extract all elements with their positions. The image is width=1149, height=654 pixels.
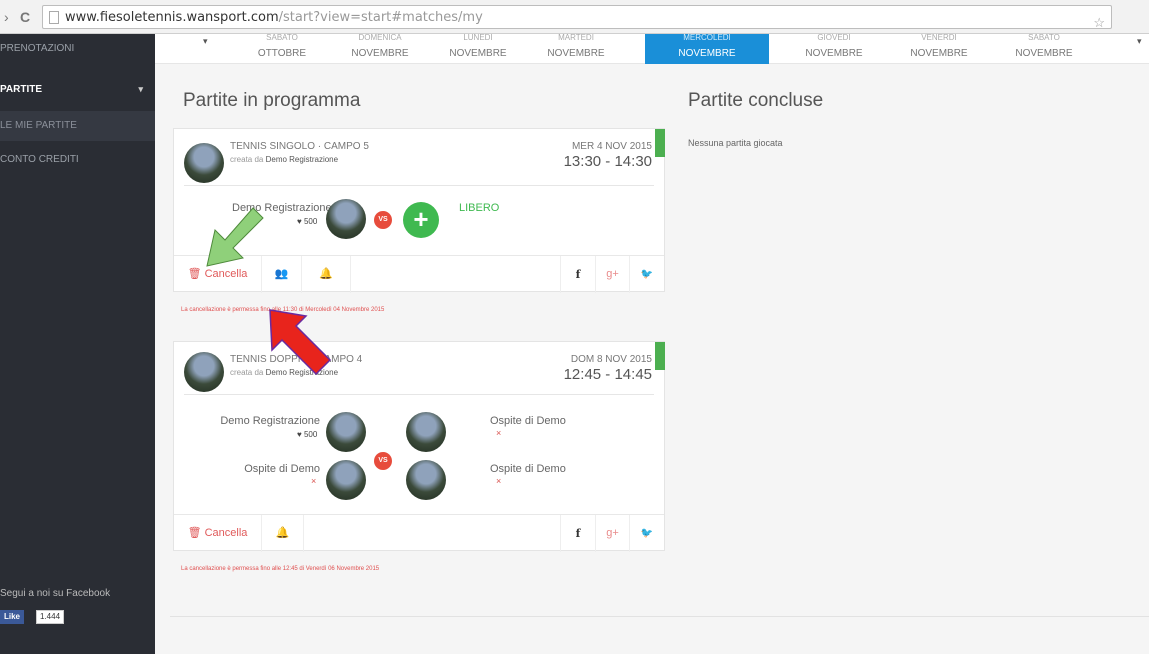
player-avatar (326, 460, 366, 500)
scroll-left-icon[interactable]: ▾ (203, 36, 208, 47)
sidebar-item-prenotazioni[interactable]: PRENOTAZIONI (0, 34, 155, 64)
caret-down-icon: ▾ (138, 84, 143, 94)
player-name: Ospite di Demo (490, 415, 566, 427)
player-avatar (326, 412, 366, 452)
player-avatar (406, 412, 446, 452)
player-avatar (406, 460, 446, 500)
address-bar[interactable]: www.fiesoletennis.wansport.com/start?vie… (42, 5, 1112, 31)
date-cell[interactable]: LUNEDI NOVEMBRE (429, 34, 527, 64)
google-plus-share-icon[interactable]: g+ (596, 515, 630, 552)
scheduled-matches-title: Partite in programma (183, 90, 361, 111)
divider (184, 394, 654, 395)
cancellation-note: La cancellazione è permessa fino alle 12… (181, 566, 380, 572)
bell-icon[interactable]: 🔔 (302, 256, 351, 293)
facebook-like-button[interactable]: Like (0, 610, 25, 624)
url-text: www.fiesoletennis.wansport.com/start?vie… (65, 10, 483, 25)
page-icon (49, 11, 59, 24)
remove-player-icon[interactable]: × (496, 428, 501, 438)
browser-toolbar: › C www.fiesoletennis.wansport.com/start… (0, 0, 1149, 34)
sidebar-item-le-mie-partite[interactable]: LE MIE PARTITE (0, 111, 155, 141)
vs-badge: VS (374, 211, 392, 229)
sidebar-item-partite[interactable]: PARTITE ▾ (0, 75, 155, 105)
date-cell[interactable]: VENERDI NOVEMBRE (890, 34, 988, 64)
player-points: ♥ 500 (297, 430, 318, 439)
player-name: Ospite di Demo (490, 463, 566, 475)
avatar (184, 143, 224, 183)
date-cell-selected[interactable]: MERCOLEDI NOVEMBRE (645, 34, 769, 64)
player-name: Demo Registrazione (220, 415, 320, 427)
reload-icon[interactable]: C (20, 9, 30, 25)
facebook-like-count: 1.444 (36, 610, 65, 624)
facebook-share-icon[interactable]: f (560, 256, 596, 293)
cancel-button[interactable]: 🗑 Cancella (174, 515, 262, 552)
scroll-right-icon[interactable]: ▾ (1137, 36, 1142, 47)
facebook-share-icon[interactable]: f (560, 515, 596, 552)
player-avatar (326, 199, 366, 239)
divider (170, 616, 1149, 617)
match-creator: creata da Demo Registrazione (230, 155, 339, 164)
player-name: Ospite di Demo (244, 463, 320, 475)
match-time: 12:45 - 14:45 (563, 366, 652, 383)
date-cell[interactable]: SABATO NOVEMBRE (995, 34, 1093, 64)
avatar (184, 352, 224, 392)
player-points: ♥ 500 (297, 217, 318, 226)
bookmark-star-icon[interactable]: ☆ (1093, 15, 1105, 31)
sidebar-item-conto-crediti[interactable]: CONTO CREDITI (0, 145, 155, 175)
green-arrow-annotation (206, 207, 264, 267)
match-card: TENNIS DOPPIO · CAMPO 4 creata da Demo R… (173, 341, 665, 552)
date-cell[interactable]: DOMENICA NOVEMBRE (331, 34, 429, 64)
completed-matches-title: Partite concluse (688, 90, 824, 111)
date-strip: ▾ SABATO OTTOBRE DOMENICA NOVEMBRE LUNEDI N… (155, 34, 1149, 64)
twitter-share-icon[interactable]: 🐦 (630, 256, 664, 293)
facebook-follow-text: Segui a noi su Facebook (0, 588, 111, 599)
join-match-button[interactable]: + (403, 202, 439, 238)
remove-player-icon[interactable]: × (496, 476, 501, 486)
date-cell[interactable]: SABATO OTTOBRE (233, 34, 331, 64)
date-cell[interactable]: MARTEDI NOVEMBRE (527, 34, 625, 64)
match-type: TENNIS SINGOLO · CAMPO 5 (230, 141, 369, 152)
twitter-share-icon[interactable]: 🐦 (630, 515, 664, 552)
status-indicator (655, 342, 665, 370)
date-cell[interactable]: GIOVEDI NOVEMBRE (785, 34, 883, 64)
divider (184, 185, 654, 186)
remove-player-icon[interactable]: × (311, 476, 316, 486)
forward-icon[interactable]: › (4, 9, 9, 25)
match-time: 13:30 - 14:30 (563, 153, 652, 170)
red-arrow-annotation (269, 309, 332, 376)
match-date: MER 4 NOV 2015 (571, 141, 652, 152)
match-date: DOM 8 NOV 2015 (570, 354, 652, 365)
google-plus-share-icon[interactable]: g+ (596, 256, 630, 293)
no-matches-text: Nessuna partita giocata (688, 138, 783, 148)
vs-badge: VS (374, 452, 392, 470)
sidebar: PRENOTAZIONI PARTITE ▾ LE MIE PARTITE CON… (0, 34, 155, 654)
card-actions: 🗑 Cancella 🔔 f g+ 🐦 (174, 514, 664, 552)
free-slot-label: LIBERO (459, 202, 500, 214)
status-indicator (655, 129, 665, 157)
bell-icon[interactable]: 🔔 (262, 515, 304, 552)
